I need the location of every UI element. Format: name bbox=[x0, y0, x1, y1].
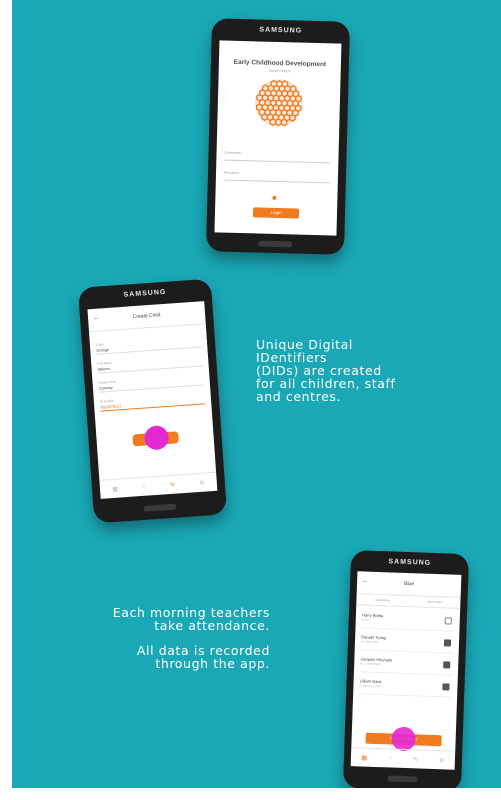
attendance-checkbox[interactable] bbox=[443, 661, 451, 669]
child-id: ID 12 0000000001 bbox=[360, 662, 382, 667]
settings-icon[interactable]: ⚙ bbox=[439, 757, 445, 764]
attendance-checkbox[interactable] bbox=[443, 639, 452, 647]
edit-icon[interactable]: ✎ bbox=[170, 481, 175, 488]
loading-indicator bbox=[272, 195, 277, 200]
attendance-icon[interactable]: ▦ bbox=[361, 754, 367, 761]
list-item[interactable]: Jacques Khumalo ID 12 0000000001 bbox=[359, 653, 453, 676]
attendance-caption: Each morning teachers take attendance. A… bbox=[70, 606, 270, 670]
tab-bar: Attendance All Present bbox=[356, 594, 461, 609]
id-number-input[interactable]: 0893978231 bbox=[100, 398, 206, 412]
tab-all-present[interactable]: All Present bbox=[427, 600, 442, 605]
list-item[interactable]: Donald Trump ID 7689 31882 bbox=[360, 631, 454, 654]
child-name: Lilliam Gatsi bbox=[359, 678, 382, 685]
password-field[interactable]: Password bbox=[223, 170, 331, 184]
username-field[interactable]: Username bbox=[224, 150, 331, 164]
attendance-checkbox[interactable] bbox=[442, 683, 450, 691]
edit-icon[interactable]: ✎ bbox=[413, 756, 418, 763]
field-label: ID Number bbox=[99, 398, 115, 404]
teal-background-panel: SAMSUNG Early Childhood Development Soci… bbox=[12, 0, 501, 788]
list-item[interactable]: Lilliam Gatsi ID 0000 10 2 2928 bbox=[359, 675, 452, 698]
attendance-checkbox[interactable] bbox=[444, 617, 452, 625]
dids-caption: Unique Digital IDentifiers (DIDs) are cr… bbox=[256, 338, 396, 403]
first-name-input[interactable]: Alberto bbox=[97, 360, 203, 374]
touch-indicator-icon bbox=[391, 726, 417, 752]
child-id: ID 412 bbox=[361, 618, 370, 622]
bottom-nav: ▦ ○ ✎ ⚙ bbox=[99, 471, 218, 499]
settings-icon[interactable]: ⚙ bbox=[199, 479, 205, 486]
home-button[interactable] bbox=[258, 240, 293, 248]
child-name: Harry Botha bbox=[361, 612, 384, 619]
phone-brand: SAMSUNG bbox=[259, 26, 303, 35]
app-bar: ← Create Child bbox=[87, 301, 206, 333]
touch-indicator-icon bbox=[132, 425, 179, 450]
phone-brand: SAMSUNG bbox=[388, 558, 432, 567]
field-label: Family Name bbox=[98, 379, 117, 385]
list-item[interactable]: Harry Botha ID 412 bbox=[361, 609, 455, 632]
phone-attendance: SAMSUNG ← Blue Attendance All Present Ha… bbox=[342, 550, 470, 788]
child-id: ID 0000 10 2 2928 bbox=[359, 684, 381, 689]
bottom-nav: ▦ ○ ✎ ⚙ bbox=[350, 747, 456, 770]
phone-create-child: SAMSUNG ← Create Child Class Orange Firs… bbox=[77, 278, 228, 524]
attendance-screen: ← Blue Attendance All Present Harry Both… bbox=[350, 571, 462, 770]
login-button[interactable]: Login bbox=[252, 207, 300, 219]
caption-line: take attendance. bbox=[154, 618, 270, 633]
child-name: Donald Trump bbox=[361, 634, 387, 641]
screen-title: Create Child bbox=[132, 312, 161, 321]
app-subtitle: Social Reform bbox=[268, 68, 291, 74]
honeycomb-logo-icon bbox=[254, 79, 303, 128]
phone-brand: SAMSUNG bbox=[123, 288, 167, 299]
grid-icon[interactable]: ▦ bbox=[112, 485, 118, 492]
field-label: First Name bbox=[97, 360, 113, 366]
class-select[interactable]: Orange bbox=[96, 341, 202, 355]
create-child-screen: ← Create Child Class Orange First Name A… bbox=[87, 301, 218, 499]
caption-line: through the app. bbox=[155, 656, 270, 671]
class-title: Blue bbox=[403, 580, 415, 588]
phone-login: SAMSUNG Early Childhood Development Soci… bbox=[205, 18, 351, 255]
login-screen: Early Childhood Development Social Refor… bbox=[214, 40, 342, 236]
home-button[interactable] bbox=[387, 775, 418, 783]
search-icon[interactable]: ○ bbox=[388, 755, 392, 761]
child-id: ID 7689 31882 bbox=[360, 640, 379, 645]
search-icon[interactable]: ○ bbox=[142, 484, 146, 490]
tab-attendance[interactable]: Attendance bbox=[375, 598, 390, 603]
field-label: Class bbox=[95, 342, 104, 347]
home-button[interactable] bbox=[143, 503, 177, 512]
caption-line: and centres. bbox=[256, 389, 342, 404]
